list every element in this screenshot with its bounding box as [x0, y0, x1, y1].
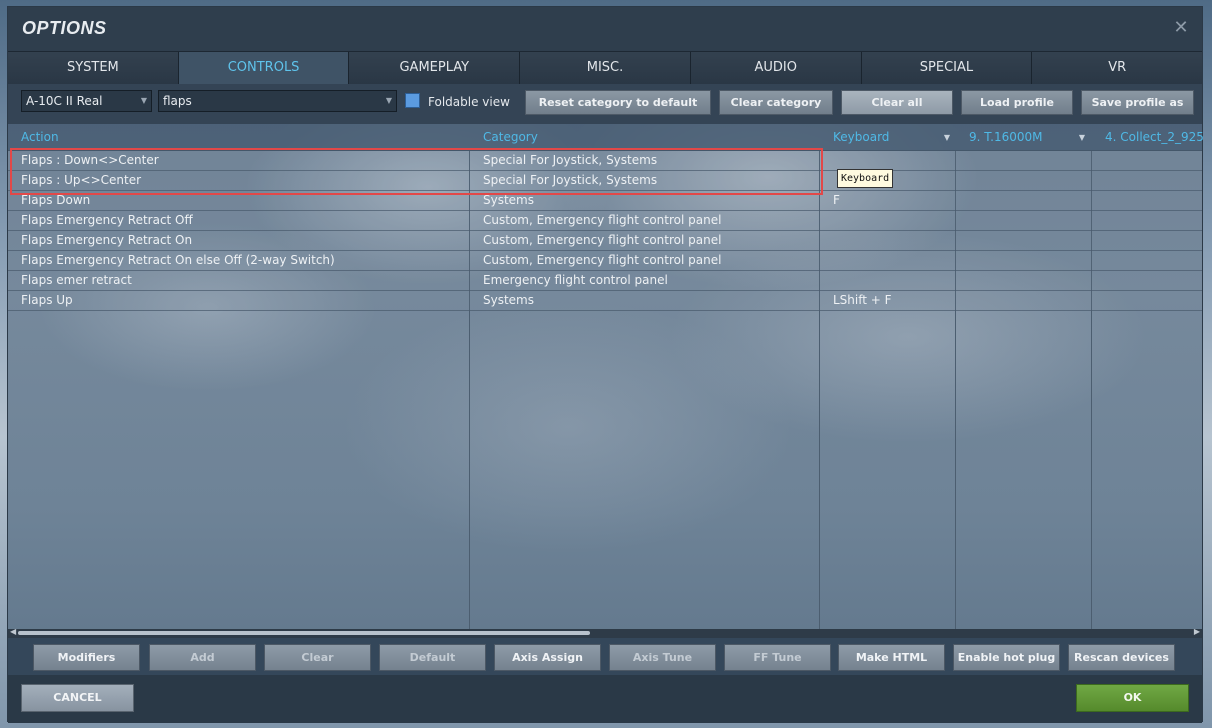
category-filter-select[interactable]: flaps ▼ — [158, 90, 397, 112]
add-button[interactable]: Add — [149, 644, 256, 671]
chevron-down-icon: ▼ — [943, 133, 950, 142]
aircraft-select[interactable]: A-10C II Real ▼ — [21, 90, 152, 112]
ok-button[interactable]: OK — [1076, 684, 1189, 712]
tab-audio[interactable]: AUDIO — [690, 52, 862, 84]
chevron-down-icon: ▼ — [1078, 133, 1085, 142]
aircraft-select-value: A-10C II Real — [26, 94, 103, 108]
cell-action: Flaps Up — [21, 293, 73, 307]
table-row[interactable]: Flaps Up Systems LShift + F — [8, 291, 1202, 311]
bindings-table: Flaps : Down<>Center Special For Joystic… — [8, 151, 1202, 629]
chevron-down-icon: ▼ — [140, 96, 147, 105]
table-row[interactable]: Flaps Emergency Retract On Custom, Emerg… — [8, 231, 1202, 251]
table-row[interactable]: Flaps emer retract Emergency flight cont… — [8, 271, 1202, 291]
header-device-2[interactable]: 4. Collect_2_925... — [1099, 124, 1203, 151]
header-category[interactable]: Category — [477, 124, 819, 151]
save-profile-button[interactable]: Save profile as — [1081, 90, 1194, 115]
reset-category-button[interactable]: Reset category to default — [525, 90, 711, 115]
cell-keyboard[interactable] — [827, 251, 955, 270]
footer-bar: CANCEL OK — [8, 675, 1202, 723]
header-action[interactable]: Action — [15, 124, 469, 151]
window-title: OPTIONS — [22, 18, 107, 38]
category-filter-value: flaps — [163, 94, 192, 108]
cell-action: Flaps : Up<>Center — [21, 173, 142, 187]
table-row[interactable]: Flaps : Up<>Center Special For Joystick,… — [8, 171, 1202, 191]
axis-assign-button[interactable]: Axis Assign — [494, 644, 601, 671]
cell-action: Flaps emer retract — [21, 273, 132, 287]
scrollbar-thumb[interactable] — [18, 631, 590, 635]
tab-gameplay[interactable]: GAMEPLAY — [349, 52, 521, 84]
action-buttons-bar: Modifiers Add Clear Default Axis Assign … — [8, 638, 1202, 675]
load-profile-button[interactable]: Load profile — [961, 90, 1073, 115]
table-row[interactable]: Flaps Emergency Retract Off Custom, Emer… — [8, 211, 1202, 231]
cell-category: Custom, Emergency flight control panel — [483, 233, 722, 247]
cell-category: Systems — [483, 193, 534, 207]
cell-keyboard[interactable]: LShift + F — [827, 291, 955, 310]
close-icon[interactable]: ✕ — [1172, 19, 1190, 37]
cell-keyboard[interactable] — [827, 271, 955, 290]
tab-controls[interactable]: CONTROLS — [178, 52, 350, 84]
cell-keyboard[interactable]: F — [827, 191, 955, 210]
tab-bar: SYSTEM CONTROLS GAMEPLAY MISC. AUDIO SPE… — [8, 52, 1203, 84]
title-bar: OPTIONS ✕ — [8, 7, 1202, 52]
options-window: OPTIONS ✕ SYSTEM CONTROLS GAMEPLAY MISC.… — [7, 6, 1203, 723]
header-keyboard[interactable]: Keyboard ▼ — [827, 124, 956, 151]
axis-tune-button[interactable]: Axis Tune — [609, 644, 716, 671]
cell-action: Flaps Emergency Retract On — [21, 233, 193, 247]
tab-system[interactable]: SYSTEM — [8, 52, 179, 84]
make-html-button[interactable]: Make HTML — [838, 644, 945, 671]
enable-hot-plug-button[interactable]: Enable hot plug — [953, 644, 1060, 671]
header-keyboard-label: Keyboard — [833, 130, 890, 144]
cell-category: Custom, Emergency flight control panel — [483, 213, 722, 227]
clear-button[interactable]: Clear — [264, 644, 371, 671]
foldable-view-checkbox[interactable] — [405, 93, 420, 108]
tab-special[interactable]: SPECIAL — [861, 52, 1033, 84]
cancel-button[interactable]: CANCEL — [21, 684, 134, 712]
cell-category: Custom, Emergency flight control panel — [483, 253, 722, 267]
table-row[interactable]: Flaps Emergency Retract On else Off (2-w… — [8, 251, 1202, 271]
clear-all-button[interactable]: Clear all — [841, 90, 953, 115]
cell-keyboard[interactable] — [827, 231, 955, 250]
cell-action: Flaps Emergency Retract Off — [21, 213, 193, 227]
horizontal-scrollbar[interactable]: ◀ ▶ — [8, 627, 1202, 638]
chevron-left-icon[interactable]: ◀ — [10, 627, 16, 636]
default-button[interactable]: Default — [379, 644, 486, 671]
cell-category: Special For Joystick, Systems — [483, 173, 658, 187]
modifiers-button[interactable]: Modifiers — [33, 644, 140, 671]
clear-category-button[interactable]: Clear category — [719, 90, 833, 115]
table-row[interactable]: Flaps Down Systems F — [8, 191, 1202, 211]
cell-category: Systems — [483, 293, 534, 307]
cell-action: Flaps Down — [21, 193, 91, 207]
ff-tune-button[interactable]: FF Tune — [724, 644, 831, 671]
cell-action: Flaps : Down<>Center — [21, 153, 159, 167]
chevron-down-icon: ▼ — [385, 96, 392, 105]
cell-keyboard[interactable] — [827, 151, 955, 170]
keyboard-tooltip: Keyboard — [837, 169, 894, 188]
rescan-devices-button[interactable]: Rescan devices — [1068, 644, 1175, 671]
cell-keyboard[interactable] — [827, 211, 955, 230]
tab-vr[interactable]: VR — [1032, 52, 1203, 84]
foldable-view-label: Foldable view — [428, 95, 510, 109]
cell-category: Emergency flight control panel — [483, 273, 668, 287]
table-row[interactable]: Flaps : Down<>Center Special For Joystic… — [8, 151, 1202, 171]
header-device-1-label: 9. T.16000M — [969, 130, 1043, 144]
table-header: Action Category Keyboard ▼ 9. T.16000M ▼… — [8, 124, 1203, 151]
controls-toolbar: A-10C II Real ▼ flaps ▼ Foldable view Re… — [8, 84, 1202, 124]
cell-action: Flaps Emergency Retract On else Off (2-w… — [21, 253, 335, 267]
cell-category: Special For Joystick, Systems — [483, 153, 658, 167]
header-device-1[interactable]: 9. T.16000M ▼ — [963, 124, 1091, 151]
chevron-right-icon[interactable]: ▶ — [1194, 627, 1200, 636]
tab-misc[interactable]: MISC. — [520, 52, 691, 84]
